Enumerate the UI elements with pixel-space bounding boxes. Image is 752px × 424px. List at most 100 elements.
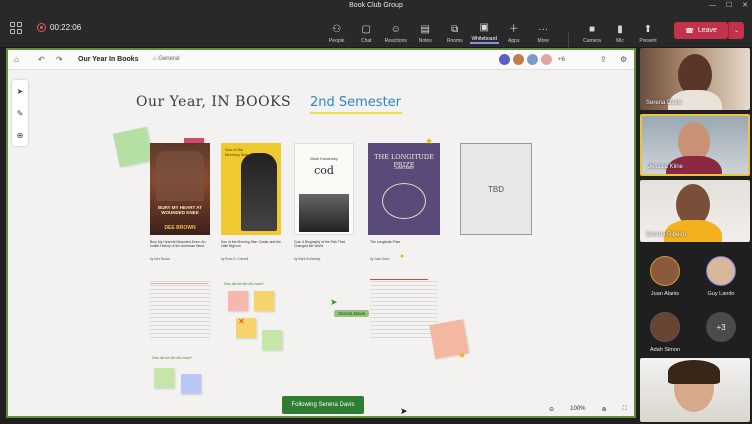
x-mark-icon: ✕ (238, 317, 245, 326)
camera-button[interactable]: ■ Camera (578, 16, 606, 44)
whiteboard-button[interactable]: ▣ Whiteboard (469, 16, 499, 44)
fit-screen-icon[interactable]: ⛶ (623, 406, 627, 413)
zoom-level: 100% (570, 406, 586, 412)
layout-grid-icon[interactable] (10, 22, 22, 34)
participant-name: Jessica Kline (648, 164, 684, 170)
sticky-note[interactable] (112, 126, 154, 168)
book-author: by Evan S. Connell (221, 257, 249, 261)
rooms-icon: ⧉ (451, 23, 459, 35)
tbd-label: TBD (488, 184, 504, 194)
pen-tool-icon[interactable]: ✎ (12, 102, 28, 124)
more-participants-button[interactable]: +3 (706, 312, 736, 342)
participant-tile[interactable]: Serena Davis (640, 48, 750, 110)
self-view-tile[interactable] (640, 358, 750, 422)
window-controls: — ☐ ✕ (709, 0, 748, 12)
home-icon[interactable]: ⌂ (14, 55, 19, 64)
reactions-button[interactable]: ☺ Reactions (381, 16, 411, 44)
participant-name: Adah Simon (650, 347, 680, 353)
whiteboard-tools: ➤ ✎ ⊕ (12, 80, 28, 146)
participant-tile[interactable]: Serena Ribeiro (640, 180, 750, 242)
collaborator-avatar (512, 53, 525, 66)
book-caption: Bury My Heart at Wounded Knee: An Indian… (150, 240, 206, 248)
sticky-note[interactable] (154, 368, 174, 388)
book-caption: Cod: A Biography of the Fish That Change… (294, 240, 345, 248)
sticky-note[interactable] (254, 291, 274, 311)
reactions-icon: ☺ (390, 23, 401, 35)
book-cover[interactable]: BURY MY HEART AT WOUNDED KNEE DEE BROWN (150, 143, 210, 235)
star-icon: ★ (458, 350, 467, 360)
sticky-note[interactable] (262, 330, 282, 350)
more-button[interactable]: ··· More (529, 16, 559, 44)
maximize-icon[interactable]: ☐ (726, 0, 732, 12)
book-author: by Joan Dash (370, 257, 390, 261)
meeting-toolbar: 00:22:06 ⚇ People ▢ Chat ☺ Reactions ▤ Notes… (0, 12, 752, 52)
sticky-note[interactable] (181, 374, 201, 394)
leave-options-chevron-icon[interactable]: ⌄ (728, 22, 744, 39)
zoom-in-icon[interactable]: ⊕ (602, 406, 607, 413)
present-button[interactable]: ⬆ Present (634, 16, 662, 44)
cover-title: BURY MY HEART AT WOUNDED KNEE (158, 205, 202, 215)
apps-button[interactable]: ＋ Apps (499, 16, 529, 44)
chat-label: Chat (360, 38, 372, 44)
people-button[interactable]: ⚇ People (322, 16, 352, 44)
whiteboard-title: Our Year In Books (78, 56, 139, 63)
add-tool-icon[interactable]: ⊕ (12, 124, 28, 146)
mic-button[interactable]: ▮ Mic (606, 16, 634, 44)
participant-tile-active-speaker[interactable]: Jessica Kline (640, 114, 750, 176)
zoom-controls: ⊖ 100% ⊕ ⛶ (545, 402, 631, 416)
whiteboard-canvas[interactable]: ⌂ ↶ ↷ Our Year In Books ⌂ General +6 ⇪ ⚙… (6, 48, 636, 418)
meeting-timer: 00:22:06 (37, 23, 81, 32)
sticky-note[interactable] (228, 291, 248, 311)
close-icon[interactable]: ✕ (742, 0, 748, 12)
apps-icon: ＋ (508, 23, 519, 35)
collaborator-avatar (540, 53, 553, 66)
rooms-button[interactable]: ⧉ Rooms (440, 16, 470, 44)
redo-icon[interactable]: ↷ (56, 55, 63, 64)
participant-name: Guy Lando (707, 291, 735, 297)
book-caption: The Longitude Prize (370, 240, 401, 244)
camera-label: Camera (583, 38, 601, 44)
cover-portrait (156, 151, 204, 201)
minimize-icon[interactable]: — (709, 0, 716, 12)
leave-button[interactable]: ☎ Leave (674, 22, 728, 39)
title-bar: Book Club Group — ☐ ✕ (0, 0, 752, 12)
following-button[interactable]: Following Serena Davis (282, 396, 364, 414)
tbd-placeholder[interactable]: TBD (460, 143, 532, 235)
extra-collaborators-count: +6 (558, 56, 565, 63)
participant-name: Serena Davis (646, 100, 683, 106)
channel-tag: ⌂ General (153, 56, 180, 62)
collaborator-avatars[interactable]: +6 (498, 53, 565, 66)
mouse-cursor-icon: ➤ (400, 406, 408, 416)
sticker-icon: ● (400, 253, 405, 260)
window-title: Book Club Group (349, 2, 403, 9)
collaborator-avatar (498, 53, 511, 66)
notes-button[interactable]: ▤ Notes (411, 16, 441, 44)
participant-avatar[interactable] (650, 256, 680, 286)
sticky-note[interactable]: ✕ (236, 318, 256, 338)
whiteboard-label: Whiteboard (471, 36, 498, 42)
zoom-out-icon[interactable]: ⊖ (549, 406, 554, 413)
book-notes-text (150, 278, 210, 338)
whiteboard-icon: ▣ (479, 21, 489, 33)
settings-gear-icon[interactable]: ⚙ (620, 55, 627, 64)
participant-avatar[interactable] (706, 256, 736, 286)
leave-label: Leave (697, 27, 717, 34)
book-notes-text (370, 278, 438, 338)
notes-icon: ▤ (420, 23, 430, 35)
undo-icon[interactable]: ↶ (38, 55, 45, 64)
participant-avatar[interactable] (650, 312, 680, 342)
share-icon[interactable]: ⇪ (600, 55, 607, 64)
chat-icon: ▢ (361, 23, 371, 35)
participant-name: Juan Alanis (650, 291, 680, 297)
chat-button[interactable]: ▢ Chat (352, 16, 382, 44)
cover-photo (299, 194, 349, 232)
rating-prompt: How did we like this book? (224, 282, 264, 286)
book-cover[interactable]: Son of the Morning Star (221, 143, 281, 235)
reactions-label: Reactions (384, 38, 407, 44)
meeting-controls: ⚇ People ▢ Chat ☺ Reactions ▤ Notes ⧉ Rooms ▣… (322, 16, 558, 44)
book-cover[interactable]: THE LONGITUDE PRIZE Joan Dash (368, 143, 440, 235)
board-subheading: 2nd Semester (310, 95, 402, 110)
channel-name: General (158, 56, 180, 62)
book-cover[interactable]: cod Mark Kurlansky (294, 143, 354, 235)
select-tool-icon[interactable]: ➤ (12, 80, 28, 102)
